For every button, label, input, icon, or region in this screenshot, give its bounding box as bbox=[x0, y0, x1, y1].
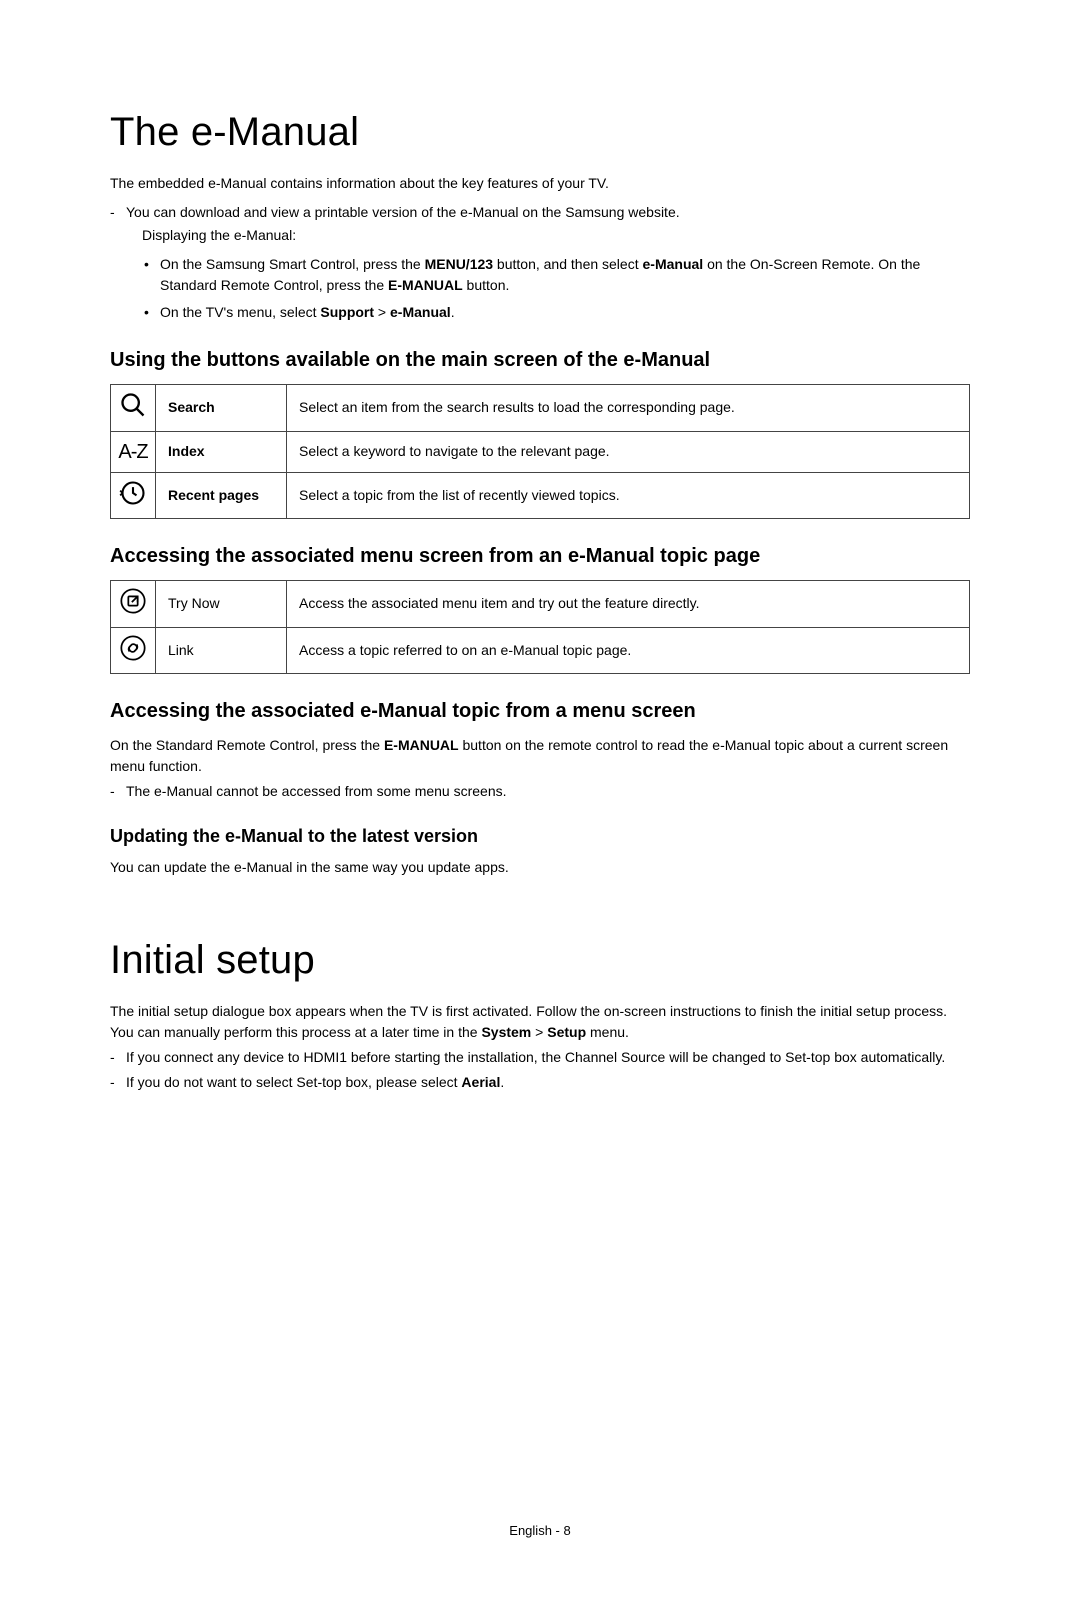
table-row: Search Select an item from the search re… bbox=[111, 385, 970, 432]
table-row: Recent pages Select a topic from the lis… bbox=[111, 472, 970, 519]
search-label: Search bbox=[156, 385, 287, 432]
index-desc: Select a keyword to navigate to the rele… bbox=[287, 431, 970, 472]
accessing-body: On the Standard Remote Control, press th… bbox=[110, 735, 970, 777]
menu123-label: MENU/123 bbox=[425, 256, 493, 272]
emanual-button-label: E-MANUAL bbox=[384, 737, 459, 753]
link-desc: Access a topic referred to on an e-Manua… bbox=[287, 627, 970, 674]
index-icon: A-Z bbox=[111, 431, 156, 472]
note-hdmi1: If you connect any device to HDMI1 befor… bbox=[110, 1047, 970, 1068]
table-row: Link Access a topic referred to on an e-… bbox=[111, 627, 970, 674]
text: On the Samsung Smart Control, press the bbox=[160, 256, 425, 272]
trynow-label: Try Now bbox=[156, 581, 287, 628]
bullet-smart-control: On the Samsung Smart Control, press the … bbox=[110, 254, 970, 296]
heading-accessing-menu: Accessing the associated menu screen fro… bbox=[110, 545, 970, 568]
sub-displaying: Displaying the e-Manual: bbox=[110, 225, 970, 246]
text: button, and then select bbox=[493, 256, 642, 272]
text: On the TV's menu, select bbox=[160, 304, 320, 320]
heading-initial-setup: Initial setup bbox=[110, 938, 970, 983]
search-icon bbox=[111, 385, 156, 432]
text: . bbox=[451, 304, 455, 320]
note-aerial: If you do not want to select Set-top box… bbox=[110, 1072, 970, 1093]
link-label: Link bbox=[156, 627, 287, 674]
trynow-icon bbox=[111, 581, 156, 628]
recent-desc: Select a topic from the list of recently… bbox=[287, 472, 970, 519]
document-page: The e-Manual The embedded e-Manual conta… bbox=[0, 0, 1080, 1598]
emanual-label: e-Manual bbox=[390, 304, 451, 320]
page-footer: English - 8 bbox=[110, 1523, 970, 1538]
recent-label: Recent pages bbox=[156, 472, 287, 519]
recent-icon bbox=[111, 472, 156, 519]
text: button. bbox=[463, 277, 510, 293]
emanual-button-label: E-MANUAL bbox=[388, 277, 463, 293]
text: menu. bbox=[586, 1024, 629, 1040]
link-icon bbox=[111, 627, 156, 674]
text: If you do not want to select Set-top box… bbox=[126, 1074, 461, 1090]
heading-e-manual: The e-Manual bbox=[110, 110, 970, 155]
trynow-desc: Access the associated menu item and try … bbox=[287, 581, 970, 628]
topic-table: Try Now Access the associated menu item … bbox=[110, 580, 970, 674]
setup-label: Setup bbox=[547, 1024, 586, 1040]
table-row: A-Z Index Select a keyword to navigate t… bbox=[111, 431, 970, 472]
index-label: Index bbox=[156, 431, 287, 472]
heading-updating: Updating the e-Manual to the latest vers… bbox=[110, 826, 970, 847]
heading-accessing-from-menu: Accessing the associated e-Manual topic … bbox=[110, 700, 970, 723]
bullet-tv-menu: On the TV's menu, select Support > e-Man… bbox=[110, 302, 970, 323]
initial-setup-intro: The initial setup dialogue box appears w… bbox=[110, 1001, 970, 1043]
updating-body: You can update the e-Manual in the same … bbox=[110, 857, 970, 878]
emanual-label: e-Manual bbox=[643, 256, 704, 272]
note-cannot-access: The e-Manual cannot be accessed from som… bbox=[110, 781, 970, 802]
aerial-label: Aerial bbox=[461, 1074, 500, 1090]
heading-using-buttons: Using the buttons available on the main … bbox=[110, 349, 970, 372]
text: On the Standard Remote Control, press th… bbox=[110, 737, 384, 753]
text: > bbox=[531, 1024, 547, 1040]
system-label: System bbox=[481, 1024, 531, 1040]
buttons-table: Search Select an item from the search re… bbox=[110, 384, 970, 519]
search-desc: Select an item from the search results t… bbox=[287, 385, 970, 432]
table-row: Try Now Access the associated menu item … bbox=[111, 581, 970, 628]
text: . bbox=[500, 1074, 504, 1090]
support-label: Support bbox=[320, 304, 374, 320]
text: > bbox=[374, 304, 390, 320]
note-download: You can download and view a printable ve… bbox=[110, 202, 970, 223]
intro-text: The embedded e-Manual contains informati… bbox=[110, 173, 970, 194]
